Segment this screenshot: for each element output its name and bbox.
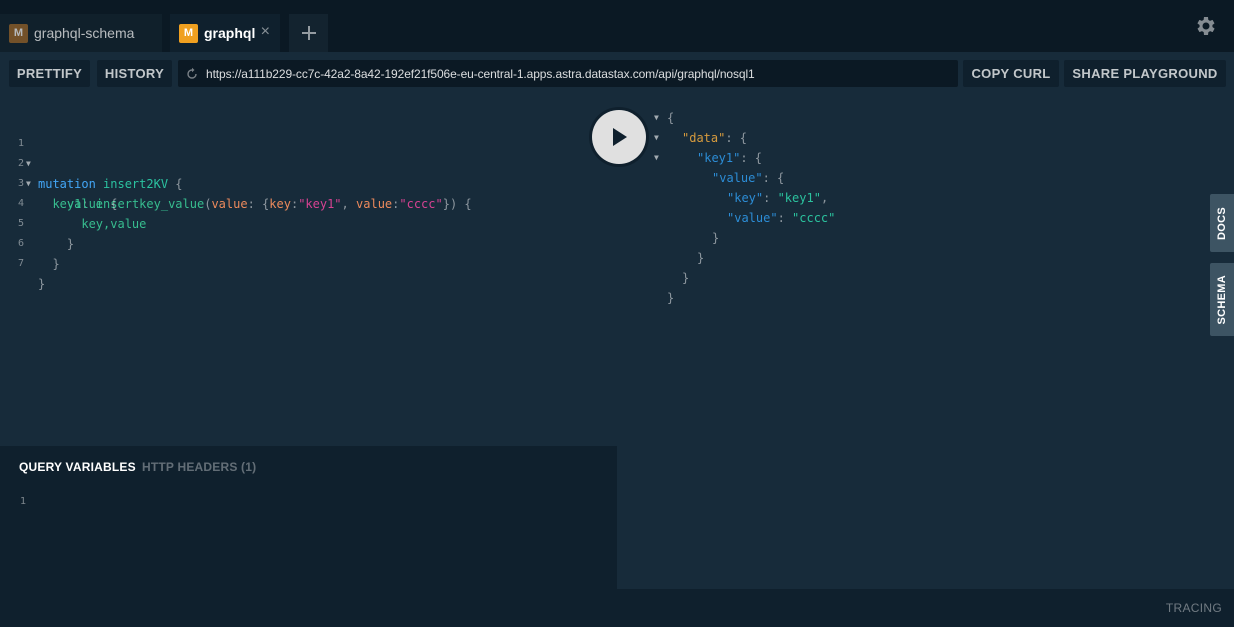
code-line: 3 value { xyxy=(0,154,600,211)
result-token: } xyxy=(712,231,720,245)
result-token: "cccc" xyxy=(792,211,836,225)
endpoint-url: https://a111b229-cc7c-42a2-8a42-192ef21f… xyxy=(206,66,755,81)
fold-arrow-icon[interactable]: ▼ xyxy=(654,148,659,168)
result-token: } xyxy=(697,251,705,265)
tab-label: graphql-schema xyxy=(34,25,135,41)
result-token: "value" xyxy=(712,171,763,185)
code-line: 2 ▼ key1: insertkey_value(value: {key:"k… xyxy=(0,134,600,211)
result-token: : xyxy=(763,191,778,205)
result-token: : { xyxy=(725,131,748,145)
code-line: 7 } xyxy=(0,234,600,291)
tab-query-variables[interactable]: QUERY VARIABLES xyxy=(19,460,136,474)
result-token: "data" xyxy=(682,131,726,145)
code-line: 5 } xyxy=(0,194,600,251)
tab-http-headers[interactable]: HTTP HEADERS (1) xyxy=(142,460,256,474)
line-number: 7 xyxy=(17,258,24,269)
result-line: "value": "cccc" xyxy=(727,208,835,228)
play-button-face xyxy=(592,110,646,164)
result-line: "value": { xyxy=(712,168,784,188)
result-token: "value" xyxy=(727,211,778,225)
result-line: } xyxy=(682,268,689,288)
result-line: } xyxy=(697,248,704,268)
tab-badge: M xyxy=(179,23,198,43)
docs-tab-label: DOCS xyxy=(1216,206,1228,240)
query-editor[interactable]: 1 ▼ mutation insert2KV { 2 ▼ key1: inser… xyxy=(0,96,617,446)
result-token: "key1" xyxy=(697,151,741,165)
line-number: 1 xyxy=(20,496,27,507)
docs-tab[interactable]: DOCS xyxy=(1210,194,1234,252)
tracing-button[interactable]: TRACING xyxy=(1166,601,1222,615)
gear-icon[interactable] xyxy=(1194,14,1218,38)
result-token: } xyxy=(682,271,690,285)
schema-tab-label: SCHEMA xyxy=(1216,274,1228,325)
prettify-button[interactable]: PRETTIFY xyxy=(9,60,90,87)
fold-arrow-icon[interactable]: ▼ xyxy=(654,108,659,128)
result-token: { xyxy=(667,111,675,125)
code-line: 1 ▼ mutation insert2KV { xyxy=(0,114,600,191)
tab-bar: M graphql-schema M graphql × + xyxy=(0,0,1234,52)
result-panel: ▼{▼ "data": {▼ "key1": {"value": {"key": "… xyxy=(617,96,1234,589)
result-token: } xyxy=(667,291,675,305)
tab-graphql[interactable]: M graphql × xyxy=(170,14,280,52)
result-token: : { xyxy=(740,151,763,165)
code-line: 6 } xyxy=(0,214,600,271)
reload-icon[interactable] xyxy=(185,67,199,81)
play-icon xyxy=(613,128,627,146)
plus-icon xyxy=(301,26,316,40)
variables-panel: QUERY VARIABLES HTTP HEADERS (1) 1 xyxy=(0,446,617,627)
schema-tab[interactable]: SCHEMA xyxy=(1210,263,1234,336)
result-token: "key1" xyxy=(777,191,821,205)
result-line: } xyxy=(712,228,719,248)
history-button[interactable]: HISTORY xyxy=(97,60,172,87)
result-line: { xyxy=(667,108,674,128)
token-punctuation: } xyxy=(38,277,46,291)
token-punctuation: } xyxy=(52,257,60,271)
endpoint-url-field[interactable]: https://a111b229-cc7c-42a2-8a42-192ef21f… xyxy=(178,60,958,87)
tab-graphql-schema[interactable]: M graphql-schema xyxy=(0,14,162,52)
code-line: 4 key,value xyxy=(0,174,600,231)
result-token: : xyxy=(777,211,793,225)
result-token: , xyxy=(820,191,829,205)
tab-badge: M xyxy=(9,23,28,43)
result-token: : { xyxy=(762,171,785,185)
add-tab-button[interactable]: + xyxy=(289,14,328,52)
result-line: "key": "key1", xyxy=(727,188,828,208)
result-footer: TRACING xyxy=(617,589,1234,627)
toolbar: PRETTIFY HISTORY https://a111b229-cc7c-4… xyxy=(0,52,1234,96)
tab-label: graphql xyxy=(204,25,256,41)
copy-curl-button[interactable]: COPY CURL xyxy=(963,60,1059,87)
execute-query-button[interactable] xyxy=(589,107,649,167)
result-line: } xyxy=(667,288,674,308)
result-line: "key1": { xyxy=(697,148,762,168)
result-line: "data": { xyxy=(682,128,747,148)
result-token: "key" xyxy=(727,191,764,205)
share-playground-button[interactable]: SHARE PLAYGROUND xyxy=(1064,60,1226,87)
close-icon[interactable]: × xyxy=(261,24,270,40)
variables-editor[interactable] xyxy=(38,490,608,610)
fold-arrow-icon[interactable]: ▼ xyxy=(654,128,659,148)
